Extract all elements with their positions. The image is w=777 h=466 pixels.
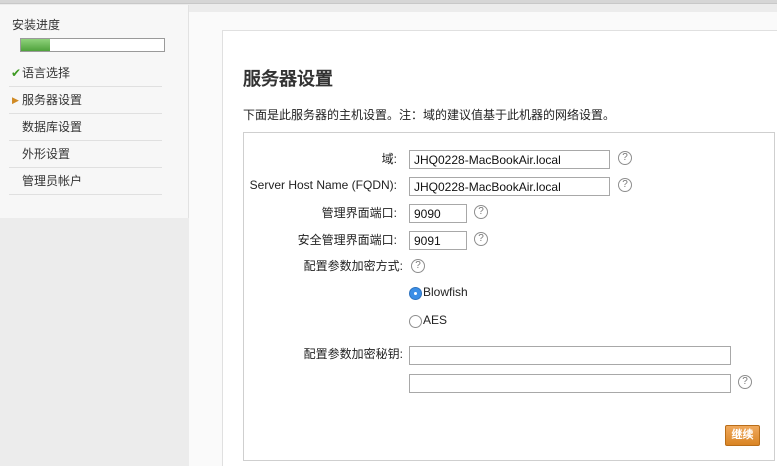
step-label: 数据库设置 <box>22 120 83 134</box>
aes-label: AES <box>423 313 448 327</box>
encryption-method-help-icon[interactable]: ? <box>411 259 425 273</box>
step-label: 外形设置 <box>22 147 71 161</box>
step-appearance-settings: 外形设置 <box>9 141 162 168</box>
domain-help-icon[interactable]: ? <box>618 151 632 165</box>
step-language: ✔ 语言选择 <box>9 60 162 87</box>
step-label: 管理员帐户 <box>22 174 83 188</box>
step-label: 语言选择 <box>22 66 71 80</box>
fqdn-input[interactable] <box>409 177 610 196</box>
window-top-bar <box>0 0 777 4</box>
fqdn-help-icon[interactable]: ? <box>618 178 632 192</box>
page-title: 服务器设置 <box>243 69 333 89</box>
encryption-key-confirm-input[interactable] <box>409 374 731 393</box>
encryption-key-label: 配置参数加密秘钥: <box>303 347 403 361</box>
blowfish-radio[interactable] <box>409 287 422 300</box>
current-step-arrow-icon: ▶ <box>12 95 19 105</box>
secure-admin-port-help-icon[interactable]: ? <box>474 232 488 246</box>
encryption-method-label: 配置参数加密方式: <box>303 259 403 273</box>
install-progress-fill <box>21 39 50 51</box>
aes-radio[interactable] <box>409 315 422 328</box>
sidebar-title: 安装进度 <box>12 18 61 32</box>
secure-admin-port-input[interactable] <box>409 231 467 250</box>
checkmark-icon: ✔ <box>11 66 22 80</box>
step-database-settings: 数据库设置 <box>9 114 162 141</box>
encryption-key-help-icon[interactable]: ? <box>738 375 752 389</box>
fqdn-label: Server Host Name (FQDN): <box>249 178 397 192</box>
install-steps-list: ✔ 语言选择 ▶ 服务器设置 数据库设置 外形设置 管理员帐户 <box>9 60 162 195</box>
install-progress-bar <box>20 38 165 52</box>
encryption-key-input[interactable] <box>409 346 731 365</box>
step-server-settings: ▶ 服务器设置 <box>9 87 162 114</box>
secure-admin-port-label: 安全管理界面端口: <box>297 233 397 247</box>
domain-label: 域: <box>381 152 397 166</box>
admin-port-help-icon[interactable]: ? <box>474 205 488 219</box>
admin-port-input[interactable] <box>409 204 467 223</box>
blowfish-label: Blowfish <box>423 285 468 299</box>
step-label: 服务器设置 <box>22 93 83 107</box>
install-progress-sidebar: 安装进度 ✔ 语言选择 ▶ 服务器设置 数据库设置 外形设置 管理员帐户 <box>0 5 189 218</box>
intro-text: 下面是此服务器的主机设置。注：域的建议值基于此机器的网络设置。 <box>243 108 616 122</box>
admin-port-label: 管理界面端口: <box>321 206 397 220</box>
continue-button[interactable]: 继续 <box>725 425 760 446</box>
domain-input[interactable] <box>409 150 610 169</box>
step-admin-account: 管理员帐户 <box>9 168 162 195</box>
